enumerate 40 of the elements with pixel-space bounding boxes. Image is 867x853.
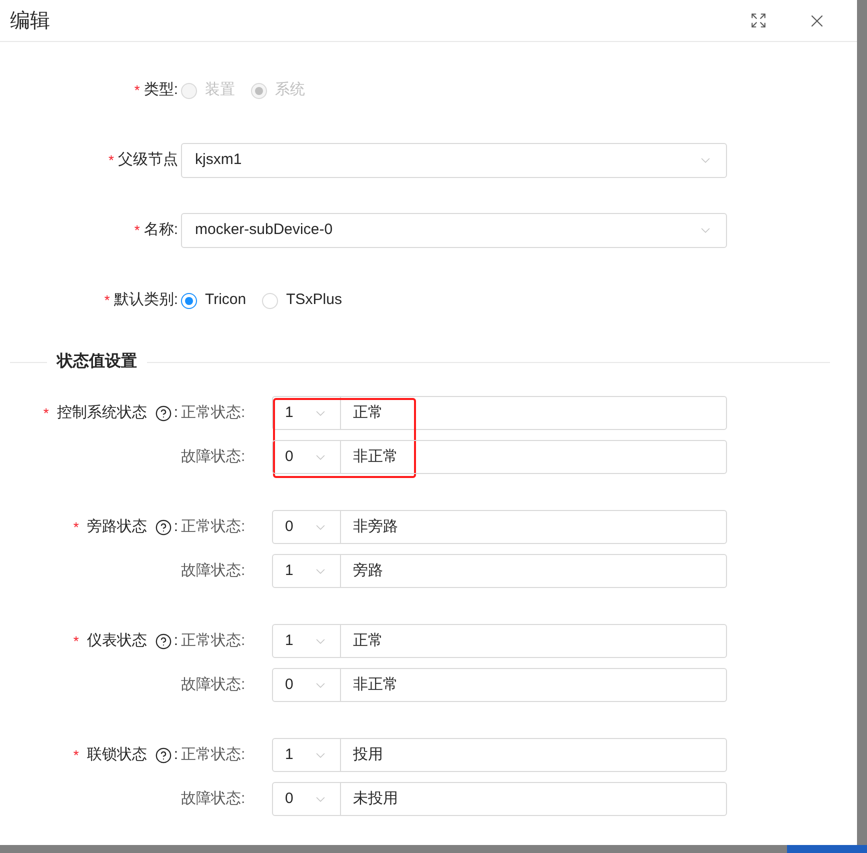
radio-button[interactable] xyxy=(181,292,197,308)
label-colon: : xyxy=(174,402,178,423)
state-label: 正常状态: xyxy=(181,744,246,765)
field-label: 联锁状态 xyxy=(86,744,147,765)
field-label: 仪表状态 xyxy=(86,630,147,651)
required-mark: * xyxy=(43,404,49,422)
state-label: 故障状态: xyxy=(181,788,246,809)
expand-icon[interactable] xyxy=(750,12,767,29)
dialog-title: 编辑 xyxy=(10,8,50,34)
required-mark: * xyxy=(73,632,79,650)
select-field[interactable]: kjsxm1 xyxy=(181,143,727,178)
state-label: 故障状态: xyxy=(181,446,246,467)
state-label: 正常状态: xyxy=(181,516,246,537)
state-label: 正常状态: xyxy=(181,630,246,651)
radio-option[interactable]: TSxPlus xyxy=(262,289,342,312)
required-mark: * xyxy=(134,221,140,240)
label-colon: : xyxy=(174,744,178,765)
help-icon[interactable] xyxy=(154,518,172,536)
help-icon[interactable] xyxy=(154,404,172,422)
label-colon: : xyxy=(174,516,178,537)
state-label: 故障状态: xyxy=(181,674,246,695)
field-label: 父级节点 xyxy=(118,150,178,170)
help-icon[interactable] xyxy=(154,632,172,650)
state-label: 正常状态: xyxy=(181,402,246,423)
required-mark: * xyxy=(108,151,114,170)
required-mark: * xyxy=(73,518,79,536)
field-label: 名称: xyxy=(144,220,178,240)
section-title: 状态值设置 xyxy=(55,351,138,372)
radio-option[interactable]: Tricon xyxy=(181,289,246,312)
required-mark: * xyxy=(104,291,110,310)
field-label: 旁路状态 xyxy=(86,516,147,537)
label-colon: : xyxy=(174,630,178,651)
required-mark: * xyxy=(134,81,140,100)
state-label: 故障状态: xyxy=(181,560,246,581)
help-icon[interactable] xyxy=(154,746,172,764)
required-mark: * xyxy=(73,746,79,764)
select-field[interactable]: mocker-subDevice-0 xyxy=(181,213,727,248)
field-label: 类型: xyxy=(144,80,178,100)
field-label: 控制系统状态 xyxy=(56,402,147,423)
field-label: 默认类别: xyxy=(114,290,178,310)
